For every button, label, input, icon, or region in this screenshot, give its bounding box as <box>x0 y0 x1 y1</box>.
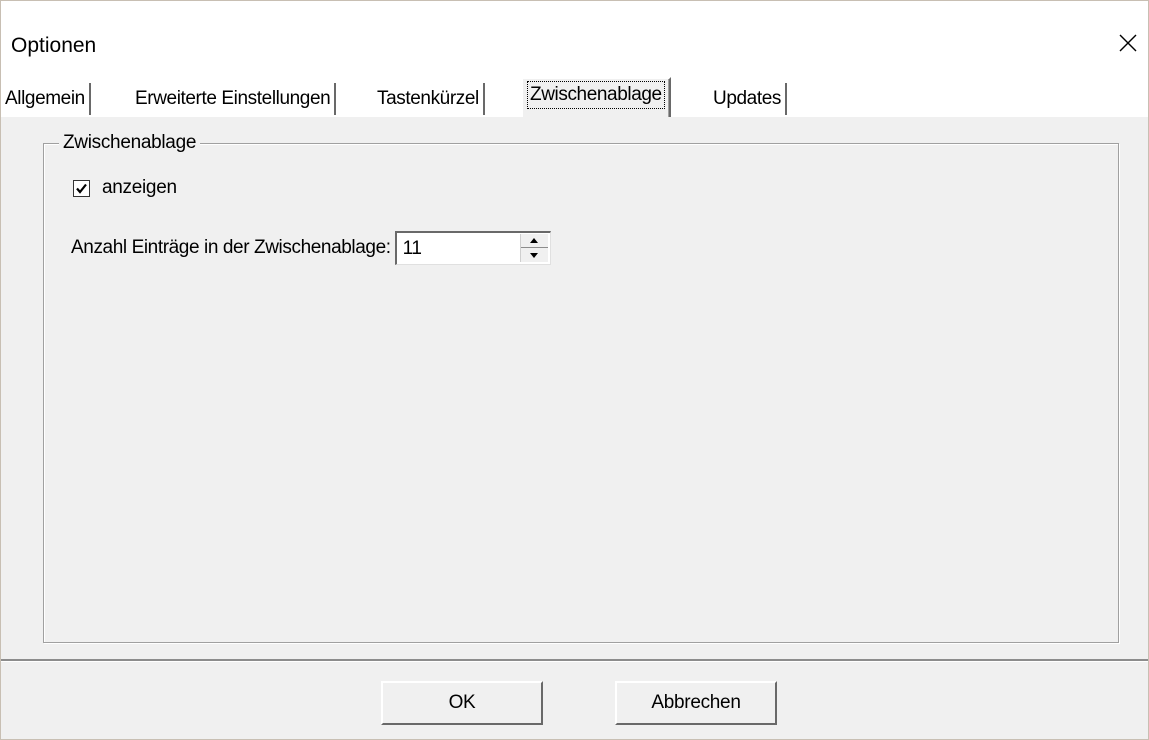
close-icon <box>1119 34 1137 52</box>
show-checkbox-label: anzeigen <box>102 177 177 198</box>
tab-label: Erweiterte Einstellungen <box>135 88 331 109</box>
tab-tastenkuerzel[interactable]: Tastenkürzel <box>373 83 485 117</box>
entries-row: Anzahl Einträge in der Zwischenablage: 1… <box>71 231 551 265</box>
show-checkbox[interactable] <box>73 179 90 197</box>
tab-label: Allgemein <box>5 88 85 109</box>
entries-spinbox[interactable]: 11 <box>394 231 551 265</box>
tab-erweiterte-einstellungen[interactable]: Erweiterte Einstellungen <box>131 83 337 117</box>
entries-label: Anzahl Einträge in der Zwischenablage: <box>71 237 391 258</box>
groupbox-legend: Zwischenablage <box>59 131 201 155</box>
ok-button[interactable]: OK <box>381 681 543 725</box>
window-title: Optionen <box>11 34 97 57</box>
tab-label: Updates <box>713 88 781 109</box>
tab-label: Zwischenablage <box>527 81 665 109</box>
check-icon <box>76 183 87 194</box>
cancel-button[interactable]: Abbrechen <box>615 681 777 725</box>
show-checkbox-row[interactable]: anzeigen <box>73 177 177 199</box>
tab-allgemein[interactable]: Allgemein <box>1 83 91 117</box>
title-bar: Optionen <box>1 1 1148 73</box>
tab-label: Tastenkürzel <box>377 88 479 109</box>
spin-up-button[interactable] <box>520 234 548 248</box>
footer-separator <box>1 659 1148 662</box>
tab-panel-zwischenablage: Zwischenablage anzeigen Anzahl Einträge … <box>1 117 1148 659</box>
close-button[interactable] <box>1108 21 1148 65</box>
spin-buttons <box>519 234 548 262</box>
spin-up-icon <box>530 238 539 243</box>
spin-down-button[interactable] <box>521 248 548 262</box>
groupbox <box>43 143 1119 643</box>
tab-zwischenablage[interactable]: Zwischenablage <box>521 77 671 117</box>
tab-updates[interactable]: Updates <box>709 83 787 117</box>
entries-value[interactable]: 11 <box>403 237 422 261</box>
tab-strip: Allgemein Erweiterte Einstellungen Taste… <box>1 73 1148 117</box>
spin-down-icon <box>530 252 539 258</box>
options-dialog: Optionen Allgemein Erweiterte Einstellun… <box>0 0 1149 740</box>
